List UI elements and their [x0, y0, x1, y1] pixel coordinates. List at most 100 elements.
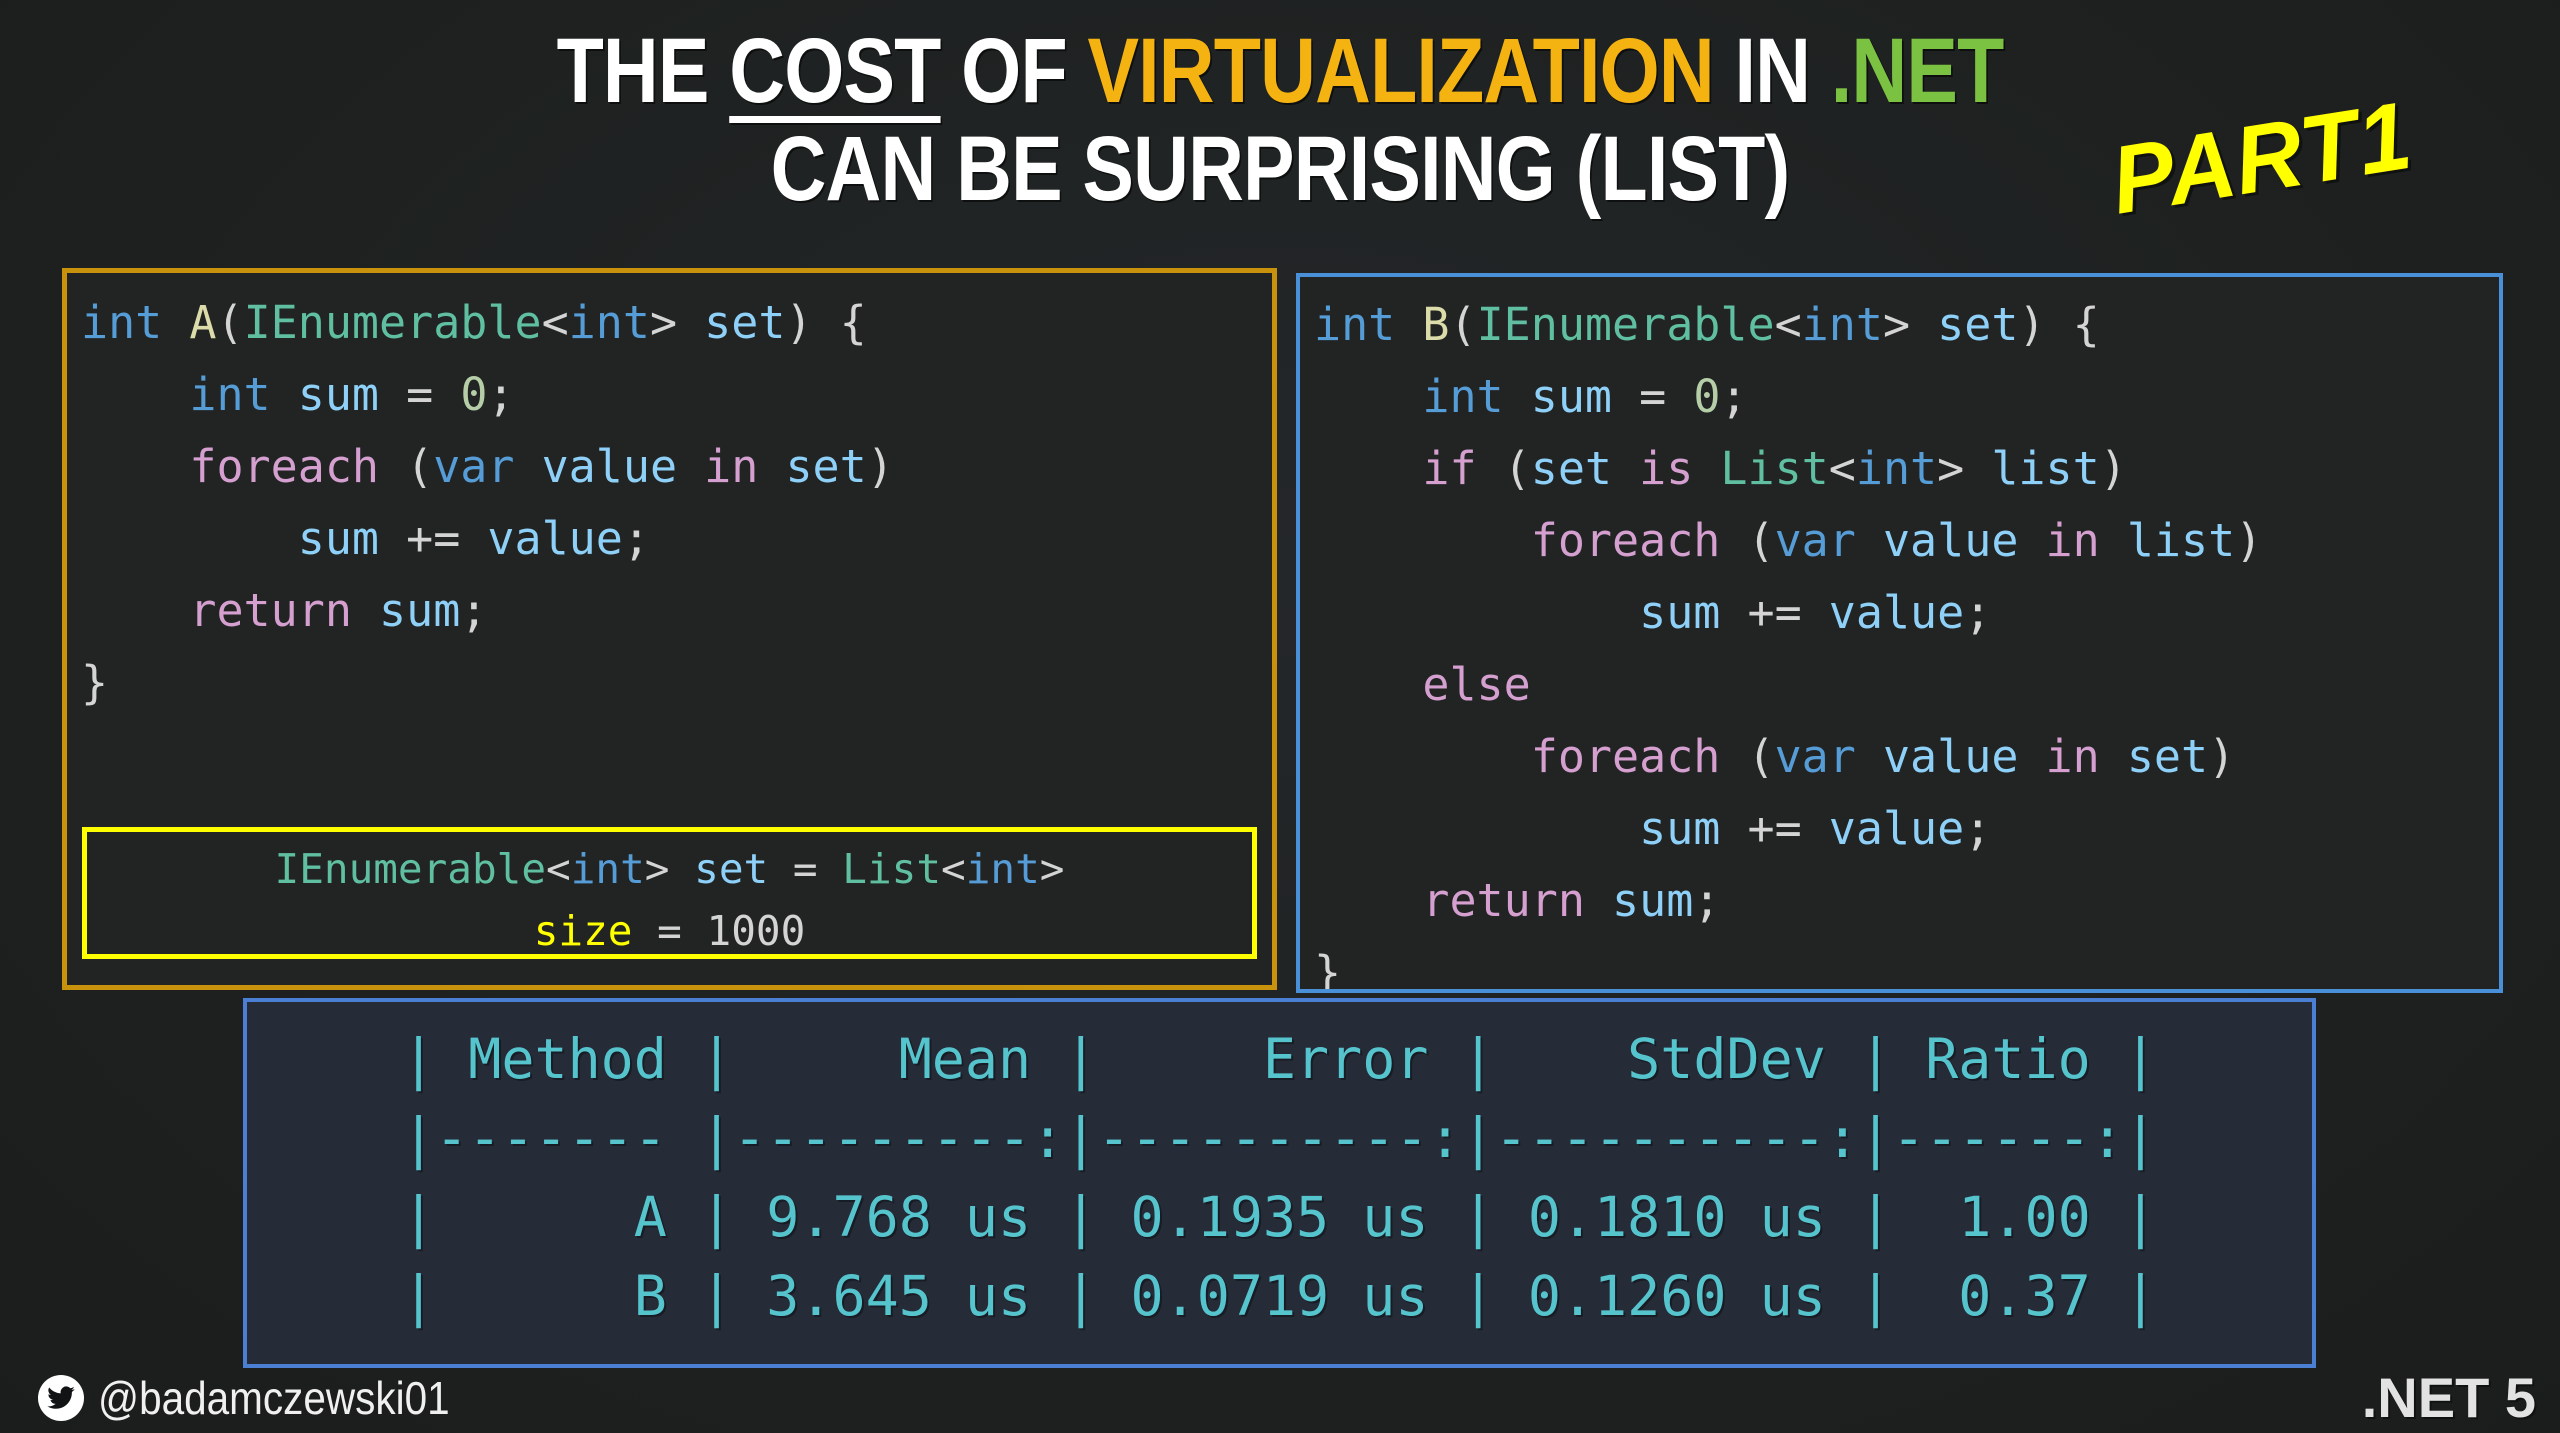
title-seg-in: IN	[1713, 20, 1831, 122]
title-seg-cost: COST	[729, 20, 941, 122]
code-token: int	[1314, 298, 1396, 351]
code-token: <	[546, 845, 571, 893]
code-token: return	[189, 584, 352, 637]
code-token: )	[866, 440, 894, 493]
code-token: list	[2126, 514, 2236, 567]
code-token: )	[2208, 730, 2236, 783]
config-line-0: IEnumerable<int> set = List<int>	[87, 838, 1252, 900]
code-token: }	[1314, 946, 1342, 993]
code-token: <	[1774, 298, 1802, 351]
code-a-line-2: foreach (var value in set)	[81, 431, 1272, 503]
benchmark-data-row: | A | 9.768 us | 0.1935 us | 0.1810 us |…	[402, 1185, 2157, 1249]
code-token: set	[1530, 442, 1613, 495]
code-b-line-9: }	[1314, 937, 2499, 993]
code-token: (	[1720, 514, 1775, 567]
code-token: set	[694, 845, 769, 893]
code-token: IEnumerable	[274, 845, 547, 893]
benchmark-results-table: | Method | Mean | Error | StdDev | Ratio…	[243, 998, 2316, 1368]
code-token: (	[379, 440, 434, 493]
code-b-line-8: return sum;	[1314, 865, 2499, 937]
code-a-line-4: return sum;	[81, 575, 1272, 647]
code-token: value	[1828, 802, 1965, 855]
code-a-line-5: }	[81, 647, 1272, 719]
code-token: sum	[1530, 370, 1613, 423]
title-seg-of: OF	[940, 20, 1088, 122]
code-token: ;	[487, 368, 515, 421]
code-token: +=	[1720, 802, 1829, 855]
code-token: ;	[1964, 802, 1992, 855]
code-token: List	[1720, 442, 1829, 495]
code-b-line-4: sum += value;	[1314, 577, 2499, 649]
code-token: int	[189, 368, 271, 421]
author-handle[interactable]: @badamczewski01	[38, 1368, 498, 1428]
code-token: =	[1612, 370, 1694, 423]
code-token: +=	[379, 512, 488, 565]
code-token: <	[941, 845, 966, 893]
code-token: +=	[1720, 586, 1829, 639]
code-token: B	[1422, 298, 1450, 351]
code-token: sum	[297, 512, 380, 565]
code-token: =	[632, 907, 707, 955]
code-token: return	[1422, 874, 1585, 927]
code-token: var	[1774, 730, 1856, 783]
code-token: >	[649, 296, 705, 349]
code-token: set	[704, 296, 786, 349]
code-token: 0	[1693, 370, 1721, 423]
title-seg-the: THE	[556, 20, 730, 122]
code-token: >	[1937, 442, 1992, 495]
runtime-badge: .NET 5	[2361, 1366, 2536, 1429]
code-token: in	[704, 440, 759, 493]
code-token: int	[1801, 298, 1883, 351]
code-token: int	[570, 845, 645, 893]
code-token: =	[379, 368, 461, 421]
code-b-line-3: foreach (var value in list)	[1314, 505, 2499, 577]
code-token: ;	[460, 584, 488, 637]
code-token: set	[2126, 730, 2209, 783]
title-seg-dotnet: .NET	[1830, 20, 2005, 122]
code-token: )	[2099, 442, 2127, 495]
code-token: int	[965, 845, 1040, 893]
code-token: ;	[622, 512, 650, 565]
title-line-2: CAN BE SURPRISING (LIST)	[770, 118, 1791, 220]
code-token: int	[568, 296, 650, 349]
benchmark-header-row: | Method | Mean | Error | StdDev | Ratio…	[402, 1027, 2157, 1091]
code-token: var	[1774, 514, 1856, 567]
code-b-line-5: else	[1314, 649, 2499, 721]
benchmark-separator-row: |------- |---------:|----------:|-------…	[402, 1106, 2157, 1170]
code-token: in	[2045, 514, 2100, 567]
code-panel-method-b: int B(IEnumerable<int> set) { int sum = …	[1296, 273, 2503, 993]
code-token: else	[1422, 658, 1531, 711]
code-token: value	[1882, 514, 2019, 567]
benchmark-config-box: IEnumerable<int> set = List<int> size = 1…	[82, 827, 1257, 959]
code-token: >	[1882, 298, 1938, 351]
code-token: int	[1422, 370, 1504, 423]
code-token: 1000	[706, 907, 806, 955]
code-token: 0	[460, 368, 488, 421]
code-token: >	[1039, 845, 1065, 893]
code-token: foreach	[1530, 730, 1721, 783]
code-token: in	[2045, 730, 2100, 783]
code-token: List	[842, 845, 942, 893]
code-a-line-3: sum += value;	[81, 503, 1272, 575]
code-token: size	[533, 907, 633, 955]
code-token: set	[785, 440, 867, 493]
code-token: int	[1855, 442, 1938, 495]
